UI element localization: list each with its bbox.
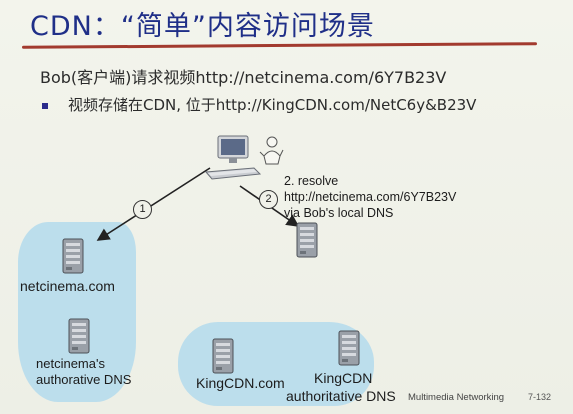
netcinema-dns-server-icon	[68, 318, 90, 354]
step2-label-via: via Bob's local DNS	[284, 206, 394, 220]
client-computer-icon	[204, 135, 284, 180]
step2-label-line1: 2. resolve	[284, 174, 339, 188]
local-dns-server-icon	[296, 222, 318, 258]
footer-page-number: 7-132	[528, 392, 552, 402]
kingcdn-dns-label-line1: KingCDN	[314, 370, 373, 386]
kingcdn-server-label: KingCDN.com	[196, 375, 285, 391]
netcinema-dns-label-line1: netcinema's	[36, 356, 105, 371]
kingcdn-server-icon	[212, 338, 234, 374]
netcinema-server-label: netcinema.com	[20, 278, 115, 294]
footer-course: Multimedia Networking	[408, 392, 505, 403]
kingcdn-dns-label-line2: authoritative DNS	[286, 388, 396, 404]
netcinema-dns-label-line2: authorative DNS	[36, 372, 132, 387]
step2-label-url: http://netcinema.com/6Y7B23V	[284, 190, 457, 204]
step1-marker: 1	[133, 200, 152, 219]
kingcdn-dns-server-icon	[338, 330, 360, 366]
step2-marker: 2	[259, 190, 278, 209]
netcinema-server-icon	[62, 238, 84, 274]
arrow-step1	[96, 167, 211, 241]
